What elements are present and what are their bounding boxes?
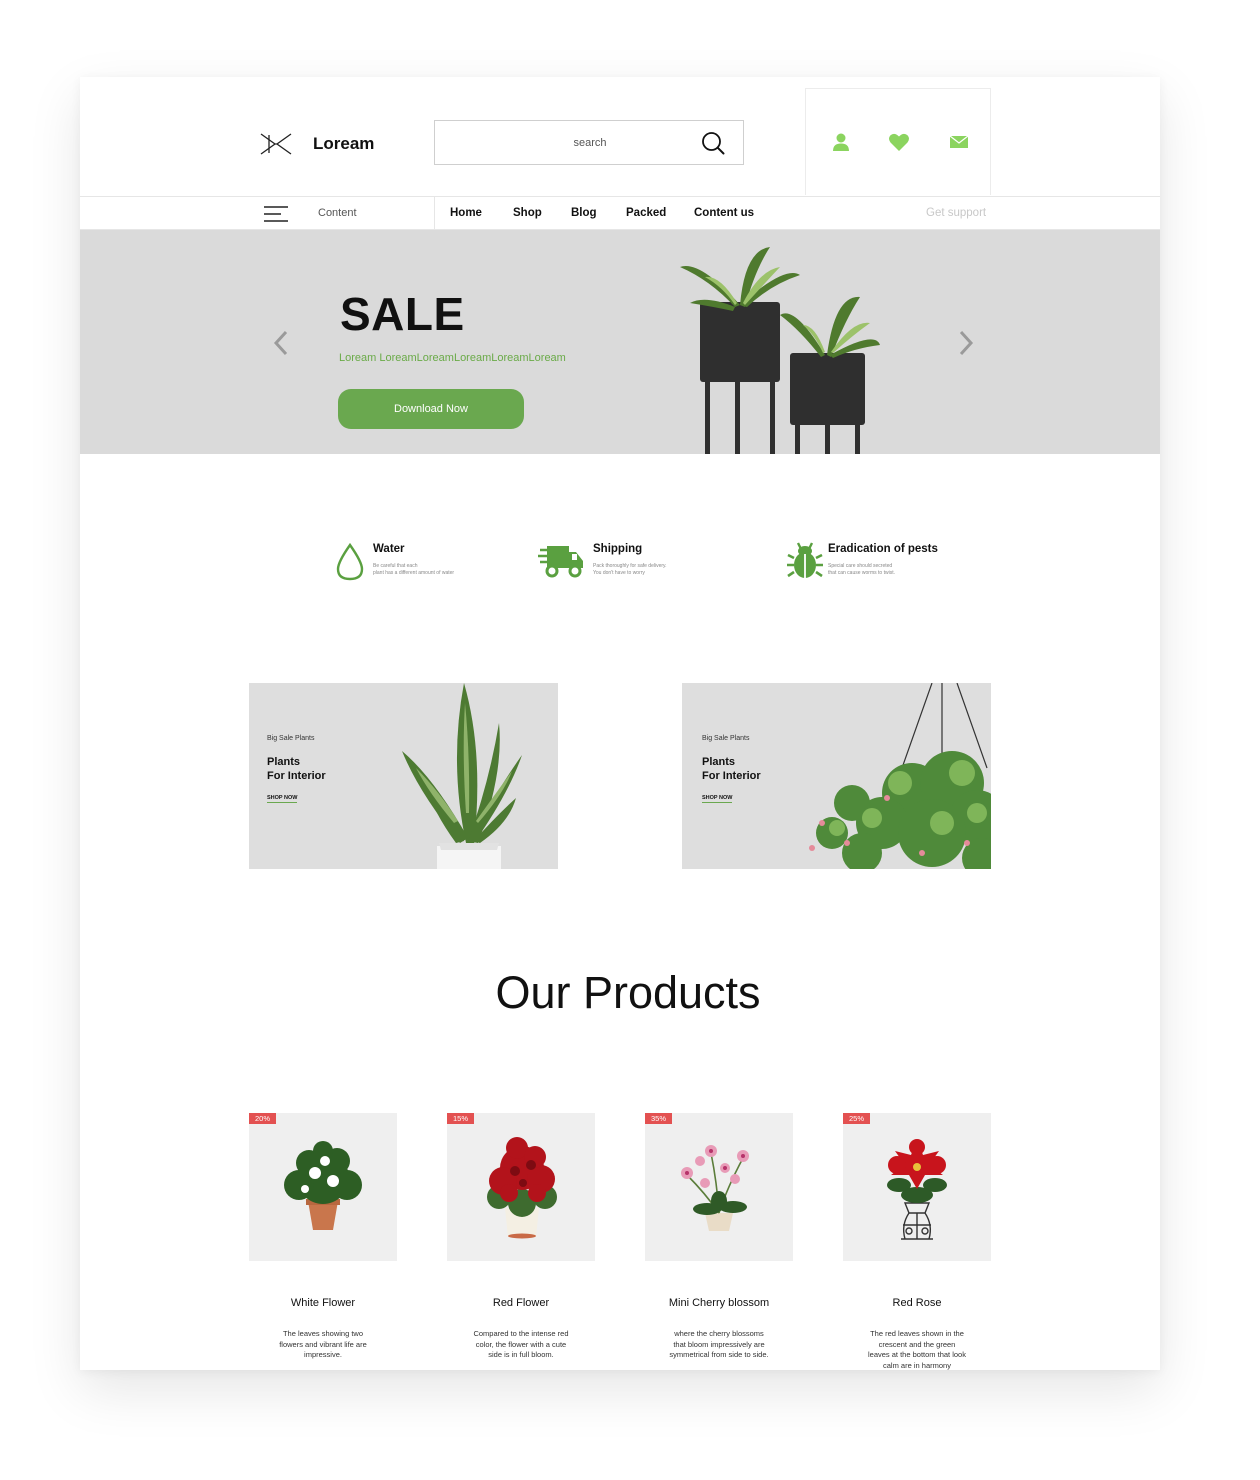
feature-title: Water bbox=[373, 543, 405, 555]
account-icons bbox=[805, 88, 991, 195]
discount-badge: 20% bbox=[249, 1113, 277, 1124]
nav-divider bbox=[434, 197, 435, 229]
promo-card-hanging-plant[interactable]: Big Sale Plants Plants For Interior SHOP… bbox=[682, 683, 991, 869]
content-menu-label[interactable]: Content bbox=[318, 207, 357, 219]
shop-now-link[interactable]: SHOP NOW bbox=[702, 795, 733, 803]
product-name[interactable]: Mini Cherry blossom bbox=[645, 1297, 793, 1309]
promo-card-snake-plant[interactable]: Big Sale Plants Plants For Interior SHOP… bbox=[249, 683, 558, 869]
feature-desc: You don't have to worry bbox=[593, 570, 645, 576]
feature-desc: Be careful that each bbox=[373, 563, 418, 569]
chevron-right-icon[interactable] bbox=[958, 330, 974, 356]
search-box bbox=[434, 120, 744, 165]
main-navbar: Content Home Shop Blog Packed Content us… bbox=[80, 196, 1160, 230]
feature-desc: plant has a different amount of water bbox=[373, 570, 455, 576]
promo-title: Plants For Interior bbox=[267, 756, 326, 782]
search-icon[interactable] bbox=[701, 131, 725, 155]
mail-icon[interactable] bbox=[948, 132, 970, 152]
promo-title: Plants For Interior bbox=[702, 756, 761, 782]
user-icon[interactable] bbox=[830, 132, 852, 152]
snake-plant-image bbox=[402, 683, 522, 869]
search-input[interactable] bbox=[435, 121, 695, 164]
product-image[interactable]: 15% bbox=[447, 1113, 595, 1261]
product-image[interactable]: 20% bbox=[249, 1113, 397, 1261]
bug-icon bbox=[787, 542, 823, 578]
menu-icon[interactable] bbox=[263, 205, 289, 223]
product-description: Compared to the intense red color, the f… bbox=[473, 1329, 569, 1359]
potted-plants-image bbox=[680, 247, 880, 454]
promo-kicker: Big Sale Plants bbox=[267, 735, 315, 742]
product-name[interactable]: Red Rose bbox=[843, 1297, 991, 1309]
page-frame: Loream Content Home Shop Blog Packed Co bbox=[80, 77, 1160, 1370]
discount-badge: 35% bbox=[645, 1113, 673, 1124]
promo-kicker: Big Sale Plants bbox=[702, 735, 750, 742]
heart-icon[interactable] bbox=[888, 132, 910, 152]
shop-now-link[interactable]: SHOP NOW bbox=[267, 795, 298, 803]
download-now-button[interactable]: Download Now bbox=[338, 389, 524, 429]
nav-link-blog[interactable]: Blog bbox=[571, 207, 597, 219]
feature-desc: that can cause worms to twist. bbox=[828, 570, 895, 576]
red-flower-image bbox=[487, 1137, 557, 1239]
hero-banner: SALE Loream LoreamLoreamLoreamLoreamLore… bbox=[80, 230, 1160, 454]
hero-subtitle: Loream LoreamLoreamLoreamLoreamLoream bbox=[339, 352, 566, 364]
cherry-blossom-image bbox=[681, 1145, 749, 1231]
product-image[interactable]: 35% bbox=[645, 1113, 793, 1261]
red-rose-image bbox=[887, 1139, 947, 1240]
product-name[interactable]: Red Flower bbox=[447, 1297, 595, 1309]
discount-badge: 15% bbox=[447, 1113, 475, 1124]
feature-desc: Pack thoroughly for safe delivery. bbox=[593, 563, 667, 569]
truck-icon bbox=[538, 546, 583, 578]
product-image[interactable]: 25% bbox=[843, 1113, 991, 1261]
nav-link-contact[interactable]: Content us bbox=[694, 207, 754, 219]
nav-link-shop[interactable]: Shop bbox=[513, 207, 542, 219]
product-name[interactable]: White Flower bbox=[249, 1297, 397, 1309]
product-description: where the cherry blossoms that bloom imp… bbox=[669, 1329, 769, 1359]
nav-link-packed[interactable]: Packed bbox=[626, 207, 666, 219]
chevron-left-icon[interactable] bbox=[273, 330, 289, 356]
hero-title: SALE bbox=[340, 288, 465, 340]
feature-title: Shipping bbox=[593, 543, 643, 555]
hanging-plant-image bbox=[809, 683, 991, 869]
white-flower-image bbox=[284, 1141, 362, 1230]
discount-badge: 25% bbox=[843, 1113, 871, 1124]
products-heading: Our Products bbox=[495, 967, 761, 1018]
water-drop-icon bbox=[336, 542, 364, 581]
nav-link-home[interactable]: Home bbox=[450, 207, 482, 219]
get-support-link[interactable]: Get support bbox=[926, 207, 986, 219]
product-description: The red leaves shown in the crescent and… bbox=[868, 1329, 966, 1370]
product-description: The leaves showing two flowers and vibra… bbox=[279, 1329, 367, 1359]
feature-title: Eradication of pests bbox=[828, 543, 938, 555]
brand-name[interactable]: Loream bbox=[313, 134, 374, 154]
feature-desc: Special care should secreted bbox=[828, 563, 893, 569]
logo-icon[interactable] bbox=[260, 133, 292, 155]
